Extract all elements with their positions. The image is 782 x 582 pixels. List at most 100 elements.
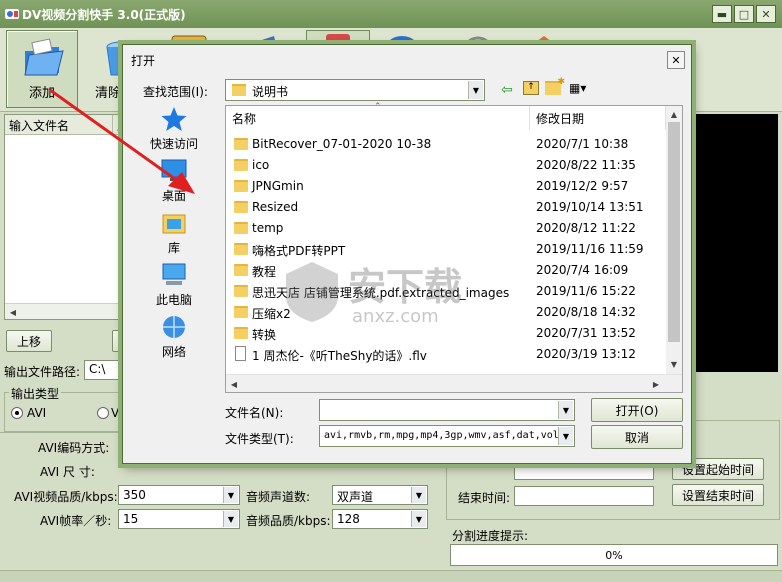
status-bar	[0, 570, 782, 582]
folder-icon	[234, 222, 248, 234]
open-button[interactable]: 打开(O)	[591, 398, 683, 422]
red-arrow-annotation	[49, 88, 195, 194]
up-folder-icon[interactable]: ↑	[523, 81, 539, 95]
video-quality-value: 350	[123, 488, 146, 502]
chevron-down-icon[interactable]: ▼	[468, 81, 483, 99]
app-icon	[5, 9, 19, 19]
file-date: 2020/8/12 11:22	[536, 221, 636, 235]
output-path-input[interactable]: C:\	[84, 360, 124, 380]
file-date: 2020/7/31 13:52	[536, 326, 636, 340]
chevron-down-icon[interactable]: ▼	[558, 427, 573, 445]
file-rows: BitRecover_07-01-2020 10-38 2020/7/1 10:3…	[226, 134, 666, 370]
folder-row[interactable]: Resized 2019/10/14 13:51	[226, 197, 666, 218]
file-name: temp	[252, 221, 284, 235]
toolbar-record-button[interactable]	[306, 30, 370, 45]
folder-row[interactable]: ico 2020/8/22 11:35	[226, 155, 666, 176]
filetype-select[interactable]: avi,rmvb,rm,mpg,mp4,3gp,wmv,asf,dat,vol …	[319, 425, 575, 447]
chevron-down-icon[interactable]: ▼	[558, 401, 573, 419]
output-path-label: 输出文件路径:	[4, 365, 81, 379]
file-date: 2020/8/22 11:35	[536, 158, 636, 172]
file-date: 2019/10/14 13:51	[536, 200, 644, 214]
output-type-label: 输出类型	[9, 385, 62, 402]
move-up-button[interactable]: 上移	[6, 330, 52, 352]
network-icon	[163, 316, 185, 338]
audio-quality-select[interactable]: 128 ▼	[332, 509, 428, 529]
set-end-button[interactable]: 设置结束时间	[672, 484, 764, 506]
file-name: 教程	[252, 265, 277, 279]
size-label: AVI 尺 寸:	[40, 465, 95, 479]
col-header-date[interactable]: 修改日期	[530, 106, 666, 130]
chevron-down-icon[interactable]: ▼	[411, 511, 426, 527]
folder-row[interactable]: JPNGmin 2019/12/2 9:57	[226, 176, 666, 197]
fps-select[interactable]: 15 ▼	[118, 509, 240, 529]
folder-icon	[234, 159, 248, 171]
scroll-up-icon[interactable]: ▲	[668, 108, 680, 120]
watermark-text: 安下载	[348, 265, 463, 309]
scroll-right-icon[interactable]: ▶	[650, 378, 662, 390]
filename-input[interactable]: ▼	[319, 399, 575, 421]
progress-text: 0%	[605, 549, 623, 562]
place-network[interactable]: 网络	[147, 313, 201, 363]
place-library[interactable]: 库	[147, 209, 201, 259]
new-folder-icon[interactable]: ✱	[545, 77, 565, 95]
vcd-radio[interactable]	[97, 407, 109, 419]
cancel-button[interactable]: 取消	[591, 425, 683, 449]
audio-channels-select[interactable]: 双声道 ▼	[332, 485, 428, 505]
close-icon: ✕	[671, 53, 681, 67]
audio-quality-value: 128	[337, 512, 360, 526]
scroll-left-icon[interactable]: ◀	[7, 306, 19, 318]
end-time-label: 结束时间:	[458, 491, 511, 505]
audio-quality-label: 音频品质/kbps:	[246, 514, 331, 528]
close-icon: ✕	[761, 7, 771, 21]
chevron-down-icon[interactable]: ▼	[411, 487, 426, 503]
window-title: DV视频分割快手 3.0(正式版)	[22, 8, 186, 22]
fps-label: AVI帧率／秒:	[40, 514, 112, 528]
file-name: 1 周杰伦-《听TheShy的话》.flv	[252, 349, 427, 363]
chevron-down-icon[interactable]: ▼	[223, 511, 238, 527]
lookin-select[interactable]: 说明书 ▼	[225, 79, 485, 101]
place-this-pc[interactable]: 此电脑	[147, 261, 201, 311]
close-button[interactable]: ✕	[756, 5, 776, 23]
library-icon	[162, 214, 186, 234]
file-date: 2019/11/16 11:59	[536, 242, 644, 256]
maximize-button[interactable]: □	[734, 5, 754, 23]
file-date: 2020/8/18 14:32	[536, 305, 636, 319]
folder-icon	[234, 138, 248, 150]
dialog-title: 打开	[131, 54, 156, 68]
watermark: 安下载 anxz.com	[282, 256, 502, 332]
file-list[interactable]: 名称 ⌃ 修改日期 BitRecover_07-01-2020 10-38 202…	[225, 102, 683, 393]
video-quality-select[interactable]: 350 ▼	[118, 485, 240, 505]
main-titlebar: DV视频分割快手 3.0(正式版) ▬ □ ✕	[0, 0, 782, 28]
minimize-icon: ▬	[716, 7, 728, 21]
progress-label: 分割进度提示:	[452, 529, 529, 543]
place-label: 此电脑	[155, 293, 192, 307]
dialog-titlebar: 打开 ✕	[123, 45, 691, 75]
dialog-close-button[interactable]: ✕	[667, 51, 685, 69]
watermark-shield-icon	[286, 262, 338, 322]
view-menu-icon[interactable]: ▦▾	[569, 81, 586, 95]
video-quality-label: AVI视频品质/kbps:	[14, 490, 118, 504]
video-preview	[690, 114, 778, 372]
scroll-thumb[interactable]	[668, 122, 680, 342]
folder-row[interactable]: temp 2020/8/12 11:22	[226, 218, 666, 239]
folder-icon	[234, 180, 248, 192]
progress-bar: 0%	[450, 544, 778, 566]
file-name: JPNGmin	[252, 179, 304, 193]
maximize-icon: □	[738, 7, 750, 21]
end-time-input[interactable]	[514, 486, 654, 506]
minimize-button[interactable]: ▬	[712, 5, 732, 23]
avi-radio[interactable]	[11, 407, 23, 419]
place-label: 网络	[161, 345, 186, 359]
file-row[interactable]: 1 周杰伦-《听TheShy的话》.flv 2020/3/19 13:12	[226, 344, 666, 365]
file-name: BitRecover_07-01-2020 10-38	[252, 137, 432, 151]
folder-row[interactable]: BitRecover_07-01-2020 10-38 2020/7/1 10:3…	[226, 134, 666, 155]
scroll-left-icon[interactable]: ◀	[228, 378, 240, 390]
horizontal-scrollbar[interactable]: ◀ ▶	[226, 374, 682, 392]
folder-icon	[232, 84, 246, 96]
vertical-scrollbar[interactable]: ▲ ▼	[666, 106, 682, 374]
audio-channels-value: 双声道	[337, 490, 374, 504]
chevron-down-icon[interactable]: ▼	[223, 487, 238, 503]
file-name: ico	[252, 158, 270, 172]
scroll-down-icon[interactable]: ▼	[668, 358, 680, 370]
back-icon[interactable]: ⇦	[501, 82, 513, 98]
